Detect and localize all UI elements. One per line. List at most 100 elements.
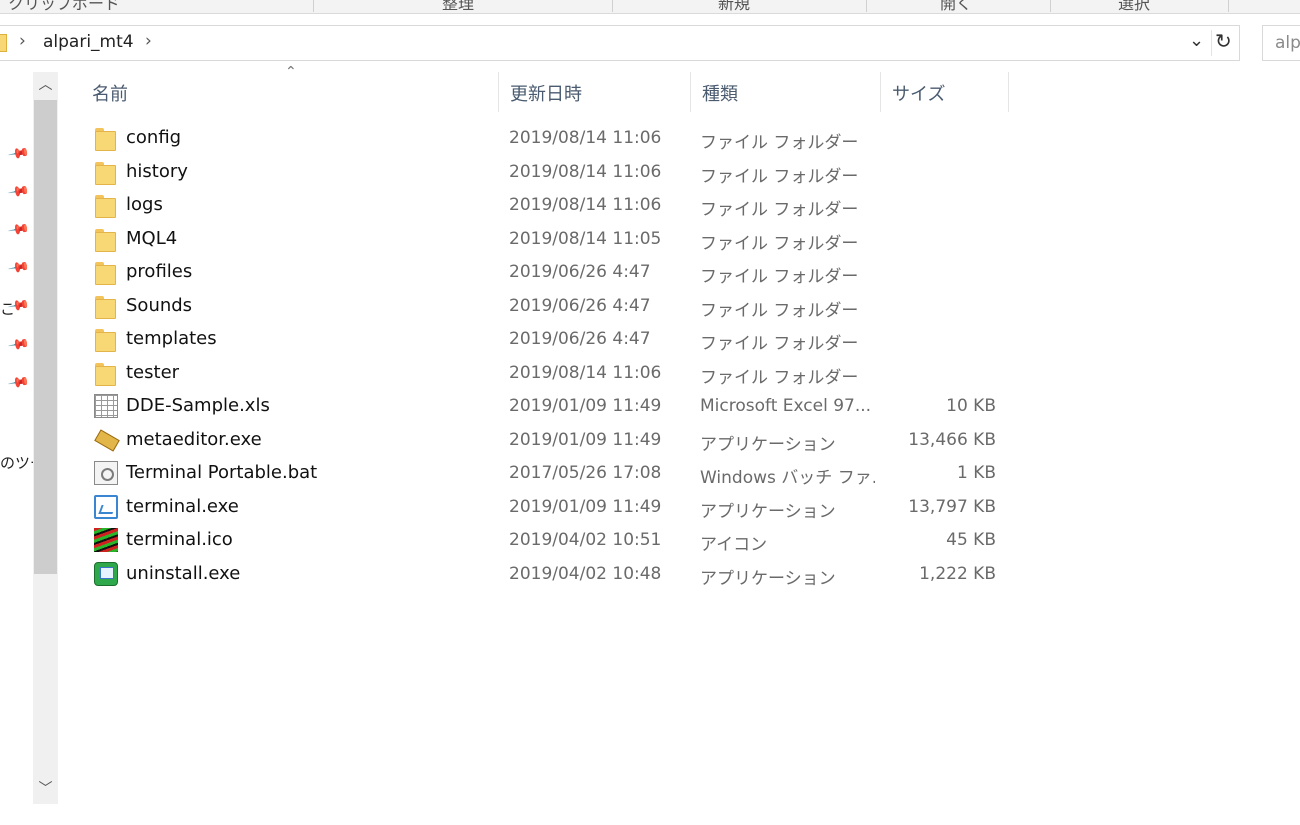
file-row-terminal-ico[interactable]: terminal.ico 2019/04/02 10:51 アイコン 45 KB [80,524,1020,558]
pin-icon[interactable]: 📌 [7,218,30,241]
file-name[interactable]: profiles [126,261,192,282]
ribbon-separator [1050,0,1051,12]
file-date: 2019/08/14 11:06 [509,362,662,383]
file-name[interactable]: templates [126,328,217,349]
search-placeholder: alp [1275,33,1300,53]
column-header-name[interactable]: 名前 [80,70,498,114]
file-date: 2019/04/02 10:51 [509,530,662,550]
file-row-sounds[interactable]: Sounds 2019/06/26 4:47 ファイル フォルダー [80,290,1020,324]
folder-icon [0,34,7,52]
file-name[interactable]: config [126,127,181,148]
ribbon-group-select: 選択 [1118,0,1151,13]
address-bar[interactable]: › alpari_mt4 › ⌄ ↻ [0,25,1240,61]
ribbon-group-labels: クリップボード 整理 新規 開く 選択 [0,0,1300,14]
pin-icon[interactable]: 📌 [7,371,30,394]
file-date: 2019/08/14 11:06 [509,128,662,148]
file-row-dde-sample[interactable]: DDE-Sample.xls 2019/01/09 11:49 Microsof… [80,390,1020,424]
file-type: ファイル フォルダー [700,267,859,287]
chevron-down-icon[interactable]: ⌄ [1189,30,1204,51]
column-header-type[interactable]: 種類 [690,70,880,114]
file-type: アプリケーション [700,434,836,455]
file-row-terminal-portable[interactable]: Terminal Portable.bat 2017/05/26 17:08 W… [80,457,1020,491]
folder-icon [94,126,118,151]
ribbon-group-new: 新規 [718,0,751,13]
file-row-tester[interactable]: tester 2019/08/14 11:06 ファイル フォルダー [80,357,1020,391]
chevron-down-icon[interactable]: ﹀ [33,776,58,802]
folder-icon [94,361,118,386]
ribbon-separator [1228,0,1229,12]
file-type: ファイル フォルダー [700,200,859,220]
file-size: 13,466 KB [908,429,996,450]
file-type: Microsoft Excel 97... [700,396,872,416]
file-type: ファイル フォルダー [700,334,859,354]
column-header-size[interactable]: サイズ [880,70,1008,114]
file-name[interactable]: metaeditor.exe [126,429,262,450]
file-name[interactable]: Sounds [126,295,192,316]
metaeditor-icon [94,428,118,452]
chevron-right-icon[interactable]: › [19,31,26,51]
excel-file-icon [94,394,118,418]
file-row-profiles[interactable]: profiles 2019/06/26 4:47 ファイル フォルダー [80,256,1020,290]
folder-icon [94,260,118,285]
file-date: 2019/06/26 4:47 [509,295,651,316]
file-row-terminal-exe[interactable]: terminal.exe 2019/01/09 11:49 アプリケーション 1… [80,491,1020,525]
file-name[interactable]: terminal.exe [126,496,239,517]
file-type: ファイル フォルダー [700,233,859,254]
folder-icon [94,227,118,252]
pin-icon[interactable]: 📌 [7,256,30,279]
file-type: アプリケーション [700,568,836,589]
file-name[interactable]: Terminal Portable.bat [126,462,317,483]
file-name[interactable]: DDE-Sample.xls [126,395,270,416]
file-date: 2019/08/14 11:06 [509,195,662,215]
navigation-pane: 📌 📌 📌 📌 こ 📌 📌 📌 のツー ︿ ﹀ [0,70,62,810]
file-type: ファイル フォルダー [700,300,859,321]
file-name[interactable]: tester [126,362,179,383]
file-row-mql4[interactable]: MQL4 2019/08/14 11:05 ファイル フォルダー [80,223,1020,257]
nav-scrollbar[interactable]: ︿ ﹀ [33,72,58,804]
folder-icon [94,160,118,185]
file-name[interactable]: MQL4 [126,228,177,249]
column-headers: ⌃ 名前 更新日時 種類 サイズ [80,64,1020,114]
ribbon-separator [612,0,613,12]
file-row-metaeditor[interactable]: metaeditor.exe 2019/01/09 11:49 アプリケーション… [80,424,1020,458]
file-size: 1 KB [956,463,996,483]
file-type: ファイル フォルダー [700,367,859,388]
scrollbar-thumb[interactable] [34,100,57,574]
file-type: アイコン [700,535,768,555]
file-date: 2019/01/09 11:49 [509,396,662,416]
file-row-config[interactable]: config 2019/08/14 11:06 ファイル フォルダー [80,122,1020,156]
chevron-up-icon[interactable]: ︿ [33,72,58,98]
ribbon-group-open: 開く [940,0,973,13]
refresh-icon[interactable]: ↻ [1215,29,1232,53]
file-date: 2017/05/26 17:08 [509,463,662,483]
breadcrumb-alpari-mt4[interactable]: alpari_mt4 [43,32,134,52]
file-date: 2019/06/26 4:47 [509,262,651,282]
file-date: 2019/08/14 11:05 [509,228,662,249]
pin-icon[interactable]: 📌 [7,142,30,165]
file-row-uninstall[interactable]: uninstall.exe 2019/04/02 10:48 アプリケーション … [80,558,1020,592]
column-header-date[interactable]: 更新日時 [498,70,690,114]
icon-file-icon [94,528,118,552]
file-date: 2019/06/26 4:47 [509,329,651,349]
file-name[interactable]: terminal.ico [126,529,233,550]
chevron-right-icon[interactable]: › [145,31,152,51]
file-name[interactable]: history [126,161,188,182]
file-type: ファイル フォルダー [700,166,859,187]
terminal-app-icon [94,494,118,519]
file-type: アプリケーション [700,501,836,522]
file-name[interactable]: uninstall.exe [126,563,240,584]
folder-icon [94,327,118,352]
search-input[interactable]: alp [1262,25,1300,61]
column-divider[interactable] [1008,72,1009,112]
file-list: config 2019/08/14 11:06 ファイル フォルダー histo… [80,122,1020,591]
file-row-templates[interactable]: templates 2019/06/26 4:47 ファイル フォルダー [80,323,1020,357]
file-date: 2019/01/09 11:49 [509,429,662,450]
pin-icon[interactable]: 📌 [7,333,30,356]
file-date: 2019/08/14 11:06 [509,161,662,182]
file-row-logs[interactable]: logs 2019/08/14 11:06 ファイル フォルダー [80,189,1020,223]
ribbon-separator [866,0,867,12]
file-size: 45 KB [946,530,996,550]
pin-icon[interactable]: 📌 [7,180,30,203]
file-name[interactable]: logs [126,194,163,215]
file-row-history[interactable]: history 2019/08/14 11:06 ファイル フォルダー [80,156,1020,190]
